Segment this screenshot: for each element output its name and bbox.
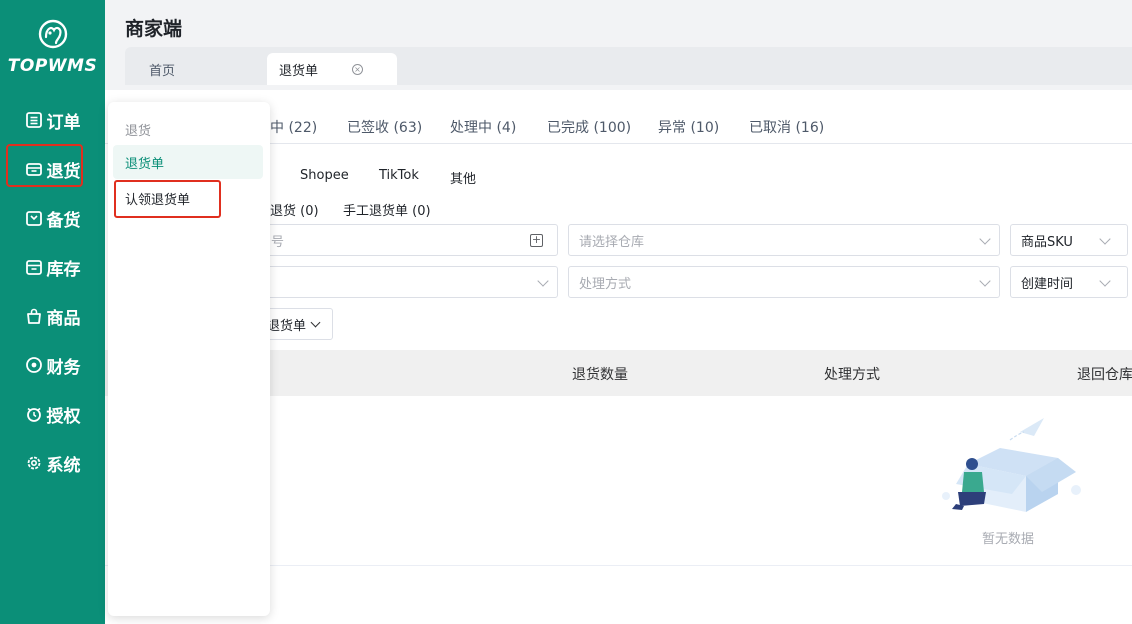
sidebar-item-label: 备货 <box>46 210 81 231</box>
chevron-down-icon <box>1099 233 1111 245</box>
logo: TOPWMS <box>0 18 105 76</box>
list-icon <box>25 111 43 129</box>
submenu-item-return-orders[interactable]: 退货单 <box>113 145 263 179</box>
empty-state-text: 暂无数据 <box>982 532 1035 547</box>
column-header: 退货数量 <box>572 367 628 383</box>
status-tab[interactable]: 中 (22) <box>270 117 317 137</box>
tab-label: 首页 <box>149 63 176 79</box>
inventory-icon <box>25 258 43 276</box>
sku-select-value: 商品SKU <box>1021 234 1073 250</box>
sidebar-item-authorization[interactable]: 授权 <box>0 394 105 434</box>
highlight-box-claim-returns <box>114 180 221 218</box>
chevron-down-icon <box>1099 275 1111 287</box>
header: 商家端 首页 退货单 × <box>105 0 1132 90</box>
time-select-value: 创建时间 <box>1021 276 1074 292</box>
finance-icon <box>25 356 43 374</box>
column-header: 退回仓库 <box>1077 367 1132 383</box>
status-tab[interactable]: 处理中 (4) <box>450 117 516 137</box>
sidebar-item-products[interactable]: 商品 <box>0 296 105 336</box>
sidebar-item-label: 订单 <box>46 112 81 133</box>
status-select[interactable] <box>240 266 558 298</box>
sku-type-select[interactable]: 商品SKU <box>1010 224 1128 256</box>
sidebar-item-finance[interactable]: 财务 <box>0 345 105 385</box>
type-filter-returns[interactable]: 退货 (0) <box>270 200 319 219</box>
tab-return-orders[interactable]: 退货单 × <box>267 53 397 85</box>
search-input[interactable]: 号 + <box>240 224 558 256</box>
type-filter-manual[interactable]: 手工退货单 (0) <box>343 200 431 219</box>
sidebar-item-label: 系统 <box>46 455 81 476</box>
stock-box-icon <box>25 209 43 227</box>
chevron-down-icon <box>979 233 991 245</box>
sidebar: TOPWMS 订单 退货 备货 库存 商品 财务 授权 系统 <box>0 0 105 624</box>
status-tab[interactable]: 已签收 (63) <box>347 117 422 137</box>
close-icon[interactable]: × <box>352 63 364 75</box>
tab-label: 退货单 <box>279 63 319 79</box>
sidebar-item-stocking[interactable]: 备货 <box>0 198 105 238</box>
bag-icon <box>25 307 43 325</box>
sidebar-item-label: 财务 <box>46 357 81 378</box>
sidebar-item-inventory[interactable]: 库存 <box>0 247 105 287</box>
batch-input-icon[interactable]: + <box>530 234 543 247</box>
processing-placeholder: 处理方式 <box>579 276 632 292</box>
processing-select[interactable]: 处理方式 <box>568 266 1000 298</box>
search-placeholder: 号 <box>271 234 285 250</box>
dropdown-label: 退货单 <box>267 318 307 334</box>
sidebar-item-label: 授权 <box>46 406 81 427</box>
status-tab[interactable]: 已完成 (100) <box>547 117 631 137</box>
page-title: 商家端 <box>125 18 183 40</box>
platform-filter-shopee[interactable]: Shopee <box>300 168 349 183</box>
platform-filter-other[interactable]: 其他 <box>450 168 476 187</box>
empty-box-illustration <box>942 418 1081 512</box>
sidebar-item-label: 商品 <box>46 308 81 329</box>
sidebar-item-system[interactable]: 系统 <box>0 443 105 483</box>
highlight-box-returns <box>6 144 83 187</box>
platform-filter-tiktok[interactable]: TikTok <box>379 168 419 183</box>
clock-icon <box>25 405 43 423</box>
warehouse-placeholder: 请选择仓库 <box>579 234 645 250</box>
column-header: 处理方式 <box>824 367 880 383</box>
tab-home[interactable]: 首页 <box>149 53 175 85</box>
sidebar-item-orders[interactable]: 订单 <box>0 100 105 140</box>
tabs-bar: 首页 退货单 × <box>125 47 1132 85</box>
time-type-select[interactable]: 创建时间 <box>1010 266 1128 298</box>
sidebar-item-label: 库存 <box>46 259 81 280</box>
chevron-down-icon <box>537 275 549 287</box>
chevron-down-icon <box>979 275 991 287</box>
brand-name: TOPWMS <box>7 56 98 76</box>
gear-icon <box>25 454 43 472</box>
warehouse-select[interactable]: 请选择仓库 <box>568 224 1000 256</box>
submenu-group-title: 退货 <box>125 124 152 139</box>
elephant-logo-icon <box>38 19 67 49</box>
status-tab[interactable]: 异常 (10) <box>658 117 719 137</box>
status-tab[interactable]: 已取消 (16) <box>749 117 824 137</box>
chevron-down-icon <box>310 317 321 327</box>
submenu-item-label: 退货单 <box>125 156 165 172</box>
